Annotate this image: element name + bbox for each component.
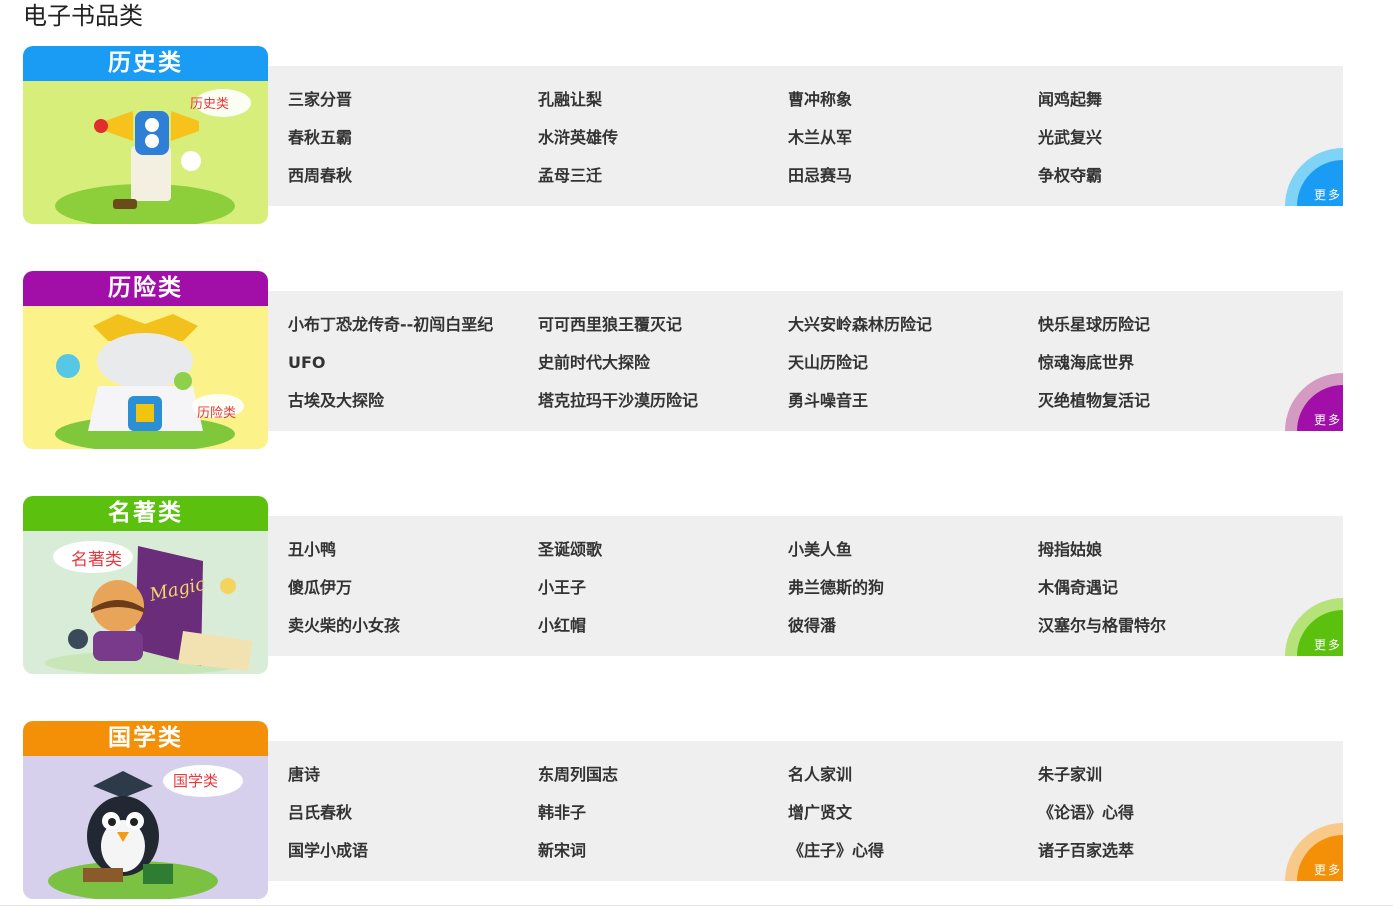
book-link[interactable]: 新宋词: [538, 836, 788, 874]
book-list-panel: 小布丁恐龙传奇--初闯白垩纪 可可西里狼王覆灭记 大兴安岭森林历险记 快乐星球历…: [268, 291, 1343, 431]
book-link[interactable]: 《论语》心得: [1038, 798, 1288, 836]
book-link[interactable]: 大兴安岭森林历险记: [788, 310, 1038, 348]
category-header: 历史类: [23, 46, 268, 81]
category-section-classics: 名著类 Magic 名著类 丑小鸭 圣诞颂歌 小美人鱼 拇指姑娘 傻瓜伊万 小王…: [23, 496, 1343, 674]
scholar-penguin-illustration: [48, 765, 243, 899]
book-link[interactable]: 勇斗噪音王: [788, 386, 1038, 424]
cloud-label: 国学类: [173, 772, 219, 790]
book-link[interactable]: 史前时代大探险: [538, 348, 788, 386]
book-grid: 小布丁恐龙传奇--初闯白垩纪 可可西里狼王覆灭记 大兴安岭森林历险记 快乐星球历…: [288, 310, 1288, 424]
book-link[interactable]: 诸子百家选萃: [1038, 836, 1288, 874]
book-list-panel: 三家分晋 孔融让梨 曹冲称象 闻鸡起舞 春秋五霸 水浒英雄传 木兰从军 光武复兴…: [268, 66, 1343, 206]
book-link[interactable]: 弗兰德斯的狗: [788, 573, 1038, 611]
book-link[interactable]: 春秋五霸: [288, 123, 538, 161]
book-link[interactable]: 古埃及大探险: [288, 386, 538, 424]
page-title: 电子书品类: [23, 2, 143, 30]
book-link[interactable]: 小红帽: [538, 611, 788, 649]
book-link[interactable]: 汉塞尔与格雷特尔: [1038, 611, 1288, 649]
book-list-panel: 唐诗 东周列国志 名人家训 朱子家训 吕氏春秋 韩非子 增广贤文 《论语》心得 …: [268, 741, 1343, 881]
cloud-label: 名著类: [71, 550, 122, 570]
book-grid: 唐诗 东周列国志 名人家训 朱子家训 吕氏春秋 韩非子 增广贤文 《论语》心得 …: [288, 760, 1288, 874]
book-link[interactable]: 可可西里狼王覆灭记: [538, 310, 788, 348]
more-label: 更多: [1313, 188, 1342, 202]
book-link[interactable]: 光武复兴: [1038, 123, 1288, 161]
magic-book-illustration: Magic: [45, 541, 253, 674]
teapot-house-illustration: [55, 314, 244, 449]
book-link[interactable]: 东周列国志: [538, 760, 788, 798]
category-card-adventure[interactable]: 历险类 历险类: [23, 271, 268, 449]
book-link[interactable]: 吕氏春秋: [288, 798, 538, 836]
book-link[interactable]: 惊魂海底世界: [1038, 348, 1288, 386]
more-label: 更多: [1313, 863, 1342, 877]
more-label: 更多: [1313, 638, 1342, 652]
book-link[interactable]: 灭绝植物复活记: [1038, 386, 1288, 424]
category-illustration: 历史类: [23, 81, 268, 224]
category-section-history: 历史类 历史类 三家分晋 孔融让梨 曹冲称象 闻鸡起舞 春秋五霸 水浒英雄传 木…: [23, 46, 1343, 224]
book-link[interactable]: 国学小成语: [288, 836, 538, 874]
book-link[interactable]: 唐诗: [288, 760, 538, 798]
category-illustration: Magic 名著类: [23, 531, 268, 674]
book-link[interactable]: 彼得潘: [788, 611, 1038, 649]
category-header: 历险类: [23, 271, 268, 306]
book-link[interactable]: 卖火柴的小女孩: [288, 611, 538, 649]
category-card-classics[interactable]: 名著类 Magic 名著类: [23, 496, 268, 674]
category-header: 国学类: [23, 721, 268, 756]
bottom-divider: [0, 905, 1393, 906]
book-link[interactable]: 木偶奇遇记: [1038, 573, 1288, 611]
book-link[interactable]: 朱子家训: [1038, 760, 1288, 798]
more-label: 更多: [1313, 413, 1342, 427]
book-link[interactable]: 曹冲称象: [788, 85, 1038, 123]
book-link[interactable]: 水浒英雄传: [538, 123, 788, 161]
book-link[interactable]: 孔融让梨: [538, 85, 788, 123]
category-card-sinology[interactable]: 国学类 国学类: [23, 721, 268, 899]
category-illustration: 历险类: [23, 306, 268, 449]
book-link[interactable]: 韩非子: [538, 798, 788, 836]
book-link[interactable]: 增广贤文: [788, 798, 1038, 836]
category-header: 名著类: [23, 496, 268, 531]
book-link[interactable]: 田忌赛马: [788, 161, 1038, 199]
book-link[interactable]: 闻鸡起舞: [1038, 85, 1288, 123]
book-link[interactable]: 争权夺霸: [1038, 161, 1288, 199]
book-link[interactable]: 快乐星球历险记: [1038, 310, 1288, 348]
book-link[interactable]: 天山历险记: [788, 348, 1038, 386]
book-list-panel: 丑小鸭 圣诞颂歌 小美人鱼 拇指姑娘 傻瓜伊万 小王子 弗兰德斯的狗 木偶奇遇记…: [268, 516, 1343, 656]
book-link[interactable]: 《庄子》心得: [788, 836, 1038, 874]
book-link[interactable]: 丑小鸭: [288, 535, 538, 573]
book-link[interactable]: 小布丁恐龙传奇--初闯白垩纪: [288, 310, 538, 348]
category-section-sinology: 国学类 国学类 唐诗 东周列国志 名人家训 朱子家训 吕氏春秋 韩非子 增广贤文…: [23, 721, 1343, 899]
book-link[interactable]: 木兰从军: [788, 123, 1038, 161]
castle-speaker-illustration: [55, 89, 251, 224]
book-link[interactable]: 圣诞颂歌: [538, 535, 788, 573]
book-link[interactable]: 拇指姑娘: [1038, 535, 1288, 573]
page: 电子书品类 历史类 历史类 三家分晋 孔融让梨 曹冲称象 闻鸡起舞 春秋五霸 水…: [0, 0, 1393, 907]
category-section-adventure: 历险类 历险类 小布丁恐龙传奇--初闯白垩纪 可可西里狼王覆灭记 大兴安岭森林历…: [23, 271, 1343, 449]
book-link[interactable]: 西周春秋: [288, 161, 538, 199]
cloud-label: 历史类: [190, 97, 230, 112]
book-link[interactable]: 三家分晋: [288, 85, 538, 123]
book-grid: 丑小鸭 圣诞颂歌 小美人鱼 拇指姑娘 傻瓜伊万 小王子 弗兰德斯的狗 木偶奇遇记…: [288, 535, 1288, 649]
book-grid: 三家分晋 孔融让梨 曹冲称象 闻鸡起舞 春秋五霸 水浒英雄传 木兰从军 光武复兴…: [288, 85, 1288, 199]
book-link[interactable]: 塔克拉玛干沙漠历险记: [538, 386, 788, 424]
cloud-label: 历险类: [197, 406, 237, 421]
category-illustration: 国学类: [23, 756, 268, 899]
book-link[interactable]: 名人家训: [788, 760, 1038, 798]
book-link[interactable]: 小王子: [538, 573, 788, 611]
book-link[interactable]: 孟母三迁: [538, 161, 788, 199]
category-card-history[interactable]: 历史类 历史类: [23, 46, 268, 224]
book-link[interactable]: 傻瓜伊万: [288, 573, 538, 611]
book-link[interactable]: 小美人鱼: [788, 535, 1038, 573]
book-link[interactable]: UFO: [288, 348, 538, 386]
